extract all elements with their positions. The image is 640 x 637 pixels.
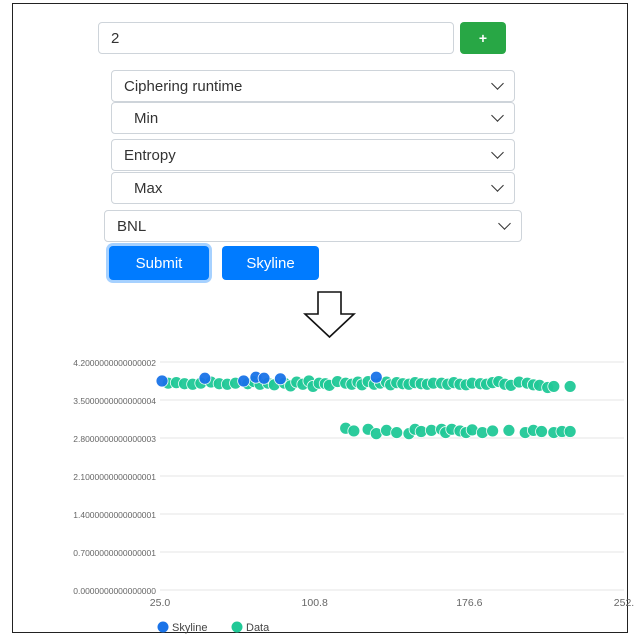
x-tick-label: 252. [614, 597, 634, 609]
y-tick-label: 0.0000000000000000 [73, 586, 156, 596]
y-tick-label: 4.2000000000000002 [73, 358, 156, 368]
y-tick-label: 2.8000000000000003 [73, 434, 156, 444]
data-point [547, 380, 561, 393]
data-point [486, 424, 499, 438]
data-point [390, 426, 404, 439]
legend-label-skyline: Skyline [172, 622, 207, 634]
y-tick-label: 1.4000000000000001 [73, 510, 156, 520]
data-point [347, 424, 361, 438]
skyline-point [257, 371, 271, 385]
legend-label-data: Data [246, 622, 270, 634]
data-point [563, 380, 577, 393]
skyline-point [369, 370, 383, 384]
y-tick-label: 0.7000000000000001 [73, 548, 156, 558]
data-point [563, 425, 577, 438]
skyline-point [155, 374, 169, 388]
x-tick-label: 176.6 [456, 597, 482, 609]
skyline-point [198, 371, 212, 385]
scatter-chart: 4.2000000000000002 3.5000000000000004 2.80… [73, 358, 634, 634]
legend-marker-data [231, 621, 243, 633]
x-tick-label: 100.8 [302, 597, 328, 609]
skyline-point [237, 374, 251, 388]
legend-marker-skyline [157, 621, 169, 633]
data-point [535, 425, 548, 438]
y-tick-label: 3.5000000000000004 [73, 396, 156, 406]
x-tick-label: 25.0 [150, 597, 171, 609]
y-tick-label: 2.1000000000000001 [73, 472, 156, 482]
skyline-point [273, 372, 287, 386]
data-point [502, 423, 516, 437]
